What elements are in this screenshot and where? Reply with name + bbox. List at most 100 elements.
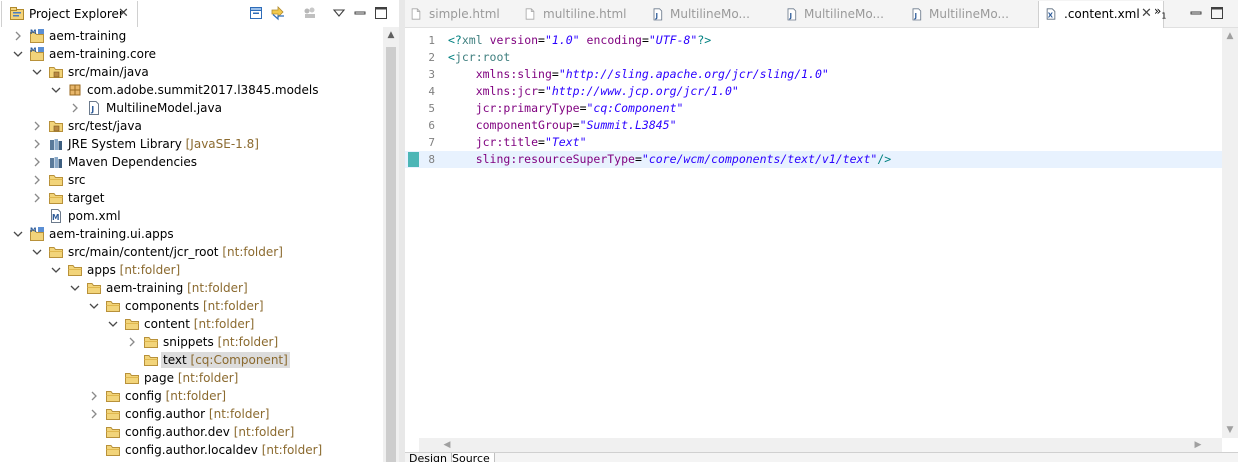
chevron-down-icon[interactable] xyxy=(107,316,119,332)
tree-item-label: com.adobe.summit2017.l3845.models xyxy=(85,82,321,98)
explorer-vertical-scrollbar[interactable]: ▲ xyxy=(383,27,399,462)
code-line[interactable]: 4 xmlns:jcr="http://www.jcp.org/jcr/1.0" xyxy=(405,83,1222,100)
scrollbar-thumb[interactable] xyxy=(386,47,396,462)
tree-item[interactable]: JRE System Library [JavaSE-1.8] xyxy=(0,135,383,153)
tree-item[interactable]: src/main/content/jcr_root [nt:folder] xyxy=(0,243,383,261)
tree-item[interactable]: Maem-training xyxy=(0,27,383,45)
editor-horizontal-scrollbar[interactable]: ◀ ▶ xyxy=(419,438,1222,452)
tree-item-label: Maven Dependencies xyxy=(66,154,199,170)
code-line[interactable]: 2 <jcr:root xyxy=(405,49,1222,66)
tab-project-explorer[interactable]: Project Explorer ✕ xyxy=(1,1,138,27)
view-menu-icon[interactable] xyxy=(331,5,347,21)
code-token: /> xyxy=(877,152,892,166)
editor-vertical-scrollbar[interactable]: ▲ ▼ xyxy=(1222,28,1238,438)
tree-item[interactable]: config.author.localdev [nt:folder] xyxy=(0,441,383,459)
chevron-right-icon[interactable] xyxy=(12,28,24,44)
tab-source[interactable]: Source xyxy=(451,453,495,462)
svg-text:X: X xyxy=(1048,11,1054,19)
collapse-all-icon[interactable] xyxy=(248,5,264,21)
filters-icon[interactable] xyxy=(302,5,318,21)
tree-item[interactable]: Maem-training.ui.apps xyxy=(0,225,383,243)
chevron-down-icon[interactable] xyxy=(50,82,62,98)
chevron-right-icon[interactable] xyxy=(31,172,43,188)
tree-item[interactable]: src/main/java xyxy=(0,63,383,81)
chevron-down-icon[interactable] xyxy=(88,298,100,314)
tree-item[interactable]: config.author.dev [nt:folder] xyxy=(0,423,383,441)
tree-item[interactable]: config.author [nt:folder] xyxy=(0,405,383,423)
tree-item[interactable]: page [nt:folder] xyxy=(0,369,383,387)
tree-item[interactable]: Maem-training.core xyxy=(0,45,383,63)
chevron-down-icon[interactable] xyxy=(31,244,43,260)
close-icon[interactable]: ✕ xyxy=(1141,6,1152,21)
tree-item[interactable]: src/test/java xyxy=(0,117,383,135)
folder-icon xyxy=(106,445,120,456)
tree-item[interactable]: content [nt:folder] xyxy=(0,315,383,333)
close-icon[interactable]: ✕ xyxy=(118,6,129,21)
chevron-down-icon[interactable] xyxy=(31,64,43,80)
tree-item[interactable]: J MultilineModel.java xyxy=(0,99,383,117)
chevron-right-icon[interactable] xyxy=(69,100,81,116)
scroll-right-arrow-icon[interactable]: ▶ xyxy=(1190,438,1206,452)
tree-item-decoration: [nt:folder] xyxy=(187,281,248,295)
editor-tab[interactable]: J MultilineMo... xyxy=(651,1,779,28)
code-line[interactable]: 1 <?xml version="1.0" encoding="UTF-8"?> xyxy=(405,32,1222,49)
editor-tab[interactable]: J MultilineMo... xyxy=(785,1,905,28)
chevron-right-icon[interactable] xyxy=(31,190,43,206)
tree-item[interactable]: target xyxy=(0,189,383,207)
tab-overflow-button[interactable]: »1 xyxy=(1154,4,1166,20)
scroll-left-arrow-icon[interactable]: ◀ xyxy=(439,438,455,452)
tree-item[interactable]: Maven Dependencies xyxy=(0,153,383,171)
chevron-down-icon[interactable] xyxy=(50,262,62,278)
java-file-icon: J xyxy=(653,8,663,21)
editor-tab[interactable]: J MultilineMo... xyxy=(910,1,1030,28)
scroll-up-arrow-icon[interactable]: ▲ xyxy=(383,27,399,43)
code-token: "Summit.L3845" xyxy=(579,118,677,132)
chevron-right-icon[interactable] xyxy=(126,334,138,350)
code-token: jcr:primaryType xyxy=(475,101,580,115)
maximize-icon[interactable] xyxy=(1210,6,1224,20)
tab-design[interactable]: Design xyxy=(409,453,449,462)
code-line[interactable]: 8 sling:resourceSuperType="core/wcm/comp… xyxy=(405,151,1222,168)
chevron-right-icon[interactable] xyxy=(31,154,43,170)
tree-item[interactable]: snippets [nt:folder] xyxy=(0,333,383,351)
code-line[interactable]: 7 jcr:title="Text" xyxy=(405,134,1222,151)
code-area[interactable]: 1 <?xml version="1.0" encoding="UTF-8"?> 2… xyxy=(405,28,1222,438)
code-line[interactable]: 5 jcr:primaryType="cq:Component" xyxy=(405,100,1222,117)
chevron-right-icon[interactable] xyxy=(88,406,100,422)
tree-item[interactable]: text [cq:Component] xyxy=(0,351,383,369)
tree-item[interactable]: com.adobe.summit2017.l3845.models xyxy=(0,81,383,99)
tree-item[interactable]: Mpom.xml xyxy=(0,207,383,225)
editor-tab[interactable]: simple.html xyxy=(410,1,520,28)
editor-tab[interactable]: X .content.xml ✕ xyxy=(1038,1,1164,28)
chevron-right-icon[interactable] xyxy=(88,388,100,404)
scroll-down-arrow-icon[interactable]: ▼ xyxy=(1222,422,1238,438)
code-line[interactable]: 6 componentGroup="Summit.L3845" xyxy=(405,117,1222,134)
minimize-icon[interactable] xyxy=(352,5,368,21)
tree-item[interactable]: apps [nt:folder] xyxy=(0,261,383,279)
tree-item-label: snippets [nt:folder] xyxy=(161,334,280,350)
tree-item[interactable]: src xyxy=(0,171,383,189)
svg-text:M: M xyxy=(30,28,36,36)
code-token: = xyxy=(538,135,545,149)
maximize-icon[interactable] xyxy=(373,5,389,21)
chevron-right-icon[interactable] xyxy=(31,118,43,134)
editor-tab[interactable]: multiline.html xyxy=(524,1,644,28)
minimize-icon[interactable] xyxy=(1189,6,1203,20)
code-text: jcr:title="Text" xyxy=(448,134,587,151)
tree-item[interactable]: aem-training [nt:folder] xyxy=(0,279,383,297)
chevron-down-icon[interactable] xyxy=(12,46,24,62)
code-line[interactable]: 3 xmlns:sling="http://sling.apache.org/j… xyxy=(405,66,1222,83)
chevron-down-icon[interactable] xyxy=(69,280,81,296)
tree-item[interactable]: components [nt:folder] xyxy=(0,297,383,315)
folder-icon xyxy=(144,337,158,348)
chevron-down-icon[interactable] xyxy=(12,226,24,242)
chevron-right-icon[interactable] xyxy=(31,136,43,152)
link-with-editor-icon[interactable] xyxy=(270,5,286,21)
tree-item[interactable]: config [nt:folder] xyxy=(0,387,383,405)
folder-icon xyxy=(106,409,120,420)
scroll-up-arrow-icon[interactable]: ▲ xyxy=(1222,28,1238,44)
tree-item-text: aem-training.ui.apps xyxy=(49,227,174,241)
tree-item-text: aem-training xyxy=(49,29,127,43)
